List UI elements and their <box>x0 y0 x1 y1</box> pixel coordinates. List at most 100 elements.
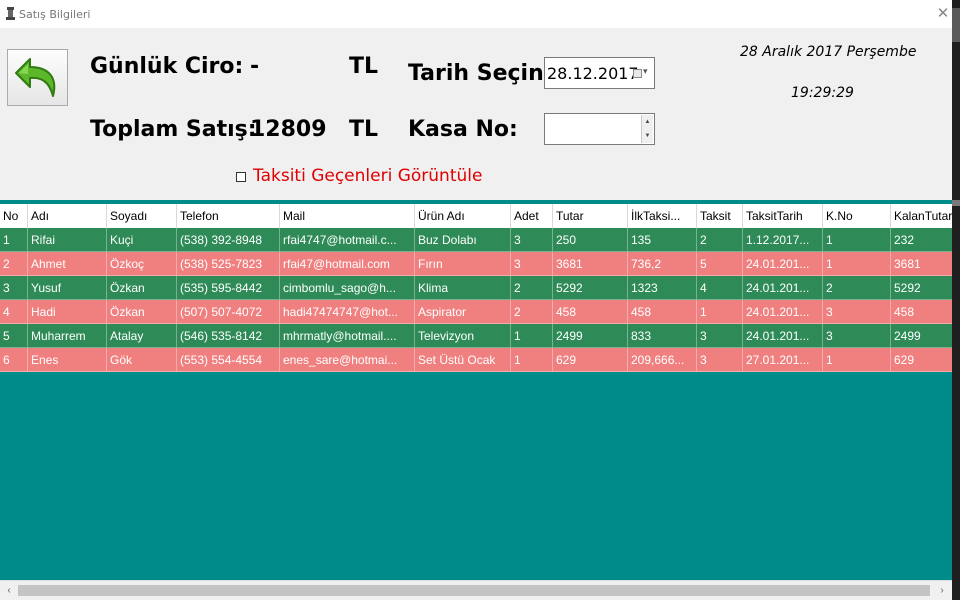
header-col-register-no[interactable]: K.No <box>823 204 891 228</box>
cell-amount[interactable]: 5292 <box>553 276 628 300</box>
cell-remaining[interactable]: 232 <box>891 228 952 252</box>
horizontal-scrollbar[interactable]: ‹ › <box>0 580 952 600</box>
cell-amount[interactable]: 2499 <box>553 324 628 348</box>
cell-amount[interactable]: 3681 <box>553 252 628 276</box>
cell-register-no[interactable]: 1 <box>823 228 891 252</box>
cell-quantity[interactable]: 3 <box>511 252 553 276</box>
cell-amount[interactable]: 250 <box>553 228 628 252</box>
cell-first-installment[interactable]: 135 <box>628 228 697 252</box>
cell-remaining[interactable]: 3681 <box>891 252 952 276</box>
cell-phone[interactable]: (546) 535-8142 <box>177 324 280 348</box>
cell-no[interactable]: 4 <box>0 300 28 324</box>
cell-register-no[interactable]: 1 <box>823 252 891 276</box>
cell-installment-date[interactable]: 24.01.201... <box>743 300 823 324</box>
header-col-phone[interactable]: Telefon <box>177 204 280 228</box>
header-col-mail[interactable]: Mail <box>280 204 415 228</box>
cell-first-name[interactable]: Muharrem <box>28 324 107 348</box>
cell-phone[interactable]: (507) 507-4072 <box>177 300 280 324</box>
back-button[interactable] <box>7 49 68 106</box>
cell-last-name[interactable]: Özkoç <box>107 252 177 276</box>
table-row[interactable]: 2 Ahmet Özkoç (538) 525-7823 rfai47@hotmail.… <box>0 252 952 276</box>
scroll-left-button[interactable]: ‹ <box>1 583 17 599</box>
cell-quantity[interactable]: 1 <box>511 324 553 348</box>
header-col-first-name[interactable]: Adı <box>28 204 107 228</box>
cell-installment[interactable]: 5 <box>697 252 743 276</box>
cell-no[interactable]: 1 <box>0 228 28 252</box>
cell-phone[interactable]: (538) 392-8948 <box>177 228 280 252</box>
cell-product[interactable]: Klima <box>415 276 511 300</box>
cell-no[interactable]: 3 <box>0 276 28 300</box>
spin-down-button[interactable]: ▼ <box>642 129 653 143</box>
cell-first-name[interactable]: Enes <box>28 348 107 372</box>
header-col-quantity[interactable]: Adet <box>511 204 553 228</box>
cell-installment[interactable]: 3 <box>697 348 743 372</box>
table-row[interactable]: 1 Rifai Kuçi (538) 392-8948 rfai4747@hotmail… <box>0 228 952 252</box>
cell-installment-date[interactable]: 27.01.201... <box>743 348 823 372</box>
cell-register-no[interactable]: 3 <box>823 324 891 348</box>
cell-register-no[interactable]: 3 <box>823 300 891 324</box>
cell-first-installment[interactable]: 736,2 <box>628 252 697 276</box>
cell-mail[interactable]: rfai4747@hotmail.c... <box>280 228 415 252</box>
cell-last-name[interactable]: Özkan <box>107 300 177 324</box>
table-row[interactable]: 4 Hadi Özkan (507) 507-4072 hadi47474747@hot… <box>0 300 952 324</box>
cell-mail[interactable]: mhrmatly@hotmail.... <box>280 324 415 348</box>
cell-first-installment[interactable]: 458 <box>628 300 697 324</box>
header-col-installment-date[interactable]: TaksitTarih <box>743 204 823 228</box>
cell-quantity[interactable]: 1 <box>511 348 553 372</box>
cell-first-installment[interactable]: 833 <box>628 324 697 348</box>
chevron-down-icon[interactable]: ▾ <box>643 66 648 77</box>
cell-product[interactable]: Set Üstü Ocak <box>415 348 511 372</box>
cell-first-name[interactable]: Rifai <box>28 228 107 252</box>
cell-mail[interactable]: rfai47@hotmail.com <box>280 252 415 276</box>
cell-first-name[interactable]: Yusuf <box>28 276 107 300</box>
overdue-checkbox[interactable] <box>236 172 246 182</box>
cell-last-name[interactable]: Özkan <box>107 276 177 300</box>
cell-installment[interactable]: 4 <box>697 276 743 300</box>
cell-remaining[interactable]: 458 <box>891 300 952 324</box>
cell-no[interactable]: 5 <box>0 324 28 348</box>
close-button[interactable]: ✕ <box>934 3 952 23</box>
table-row[interactable]: 3 Yusuf Özkan (535) 595-8442 cimbomlu_sago@h… <box>0 276 952 300</box>
cell-installment-date[interactable]: 1.12.2017... <box>743 228 823 252</box>
cell-register-no[interactable]: 1 <box>823 348 891 372</box>
overdue-checkbox-label[interactable]: Taksiti Geçenleri Görüntüle <box>253 166 482 186</box>
register-number-input[interactable]: ▲ ▼ <box>544 113 655 145</box>
cell-product[interactable]: Buz Dolabı <box>415 228 511 252</box>
cell-remaining[interactable]: 2499 <box>891 324 952 348</box>
header-col-installment[interactable]: Taksit <box>697 204 743 228</box>
cell-quantity[interactable]: 2 <box>511 276 553 300</box>
cell-remaining[interactable]: 629 <box>891 348 952 372</box>
date-picker[interactable]: 28.12.2017 ▾ <box>544 57 655 89</box>
header-col-product[interactable]: Ürün Adı <box>415 204 511 228</box>
cell-last-name[interactable]: Kuçi <box>107 228 177 252</box>
cell-installment-date[interactable]: 24.01.201... <box>743 276 823 300</box>
cell-quantity[interactable]: 3 <box>511 228 553 252</box>
cell-installment-date[interactable]: 24.01.201... <box>743 252 823 276</box>
cell-installment[interactable]: 2 <box>697 228 743 252</box>
cell-phone[interactable]: (535) 595-8442 <box>177 276 280 300</box>
cell-product[interactable]: Aspirator <box>415 300 511 324</box>
table-row[interactable]: 6 Enes Gök (553) 554-4554 enes_sare@hotmai..… <box>0 348 952 372</box>
calendar-icon[interactable] <box>633 69 642 78</box>
header-col-remaining[interactable]: KalanTutar <box>891 204 952 228</box>
cell-phone[interactable]: (538) 525-7823 <box>177 252 280 276</box>
table-row[interactable]: 5 Muharrem Atalay (546) 535-8142 mhrmatly@ho… <box>0 324 952 348</box>
spin-up-button[interactable]: ▲ <box>642 115 653 130</box>
scroll-thumb[interactable] <box>18 585 930 596</box>
cell-installment[interactable]: 3 <box>697 324 743 348</box>
header-col-no[interactable]: No <box>0 204 28 228</box>
header-col-last-name[interactable]: Soyadı <box>107 204 177 228</box>
header-col-amount[interactable]: Tutar <box>553 204 628 228</box>
cell-quantity[interactable]: 2 <box>511 300 553 324</box>
cell-amount[interactable]: 458 <box>553 300 628 324</box>
cell-first-installment[interactable]: 1323 <box>628 276 697 300</box>
cell-first-name[interactable]: Hadi <box>28 300 107 324</box>
cell-no[interactable]: 2 <box>0 252 28 276</box>
cell-installment[interactable]: 1 <box>697 300 743 324</box>
cell-remaining[interactable]: 5292 <box>891 276 952 300</box>
cell-last-name[interactable]: Atalay <box>107 324 177 348</box>
cell-product[interactable]: Fırın <box>415 252 511 276</box>
header-col-first-installment[interactable]: İlkTaksi... <box>628 204 697 228</box>
cell-mail[interactable]: enes_sare@hotmai... <box>280 348 415 372</box>
cell-phone[interactable]: (553) 554-4554 <box>177 348 280 372</box>
